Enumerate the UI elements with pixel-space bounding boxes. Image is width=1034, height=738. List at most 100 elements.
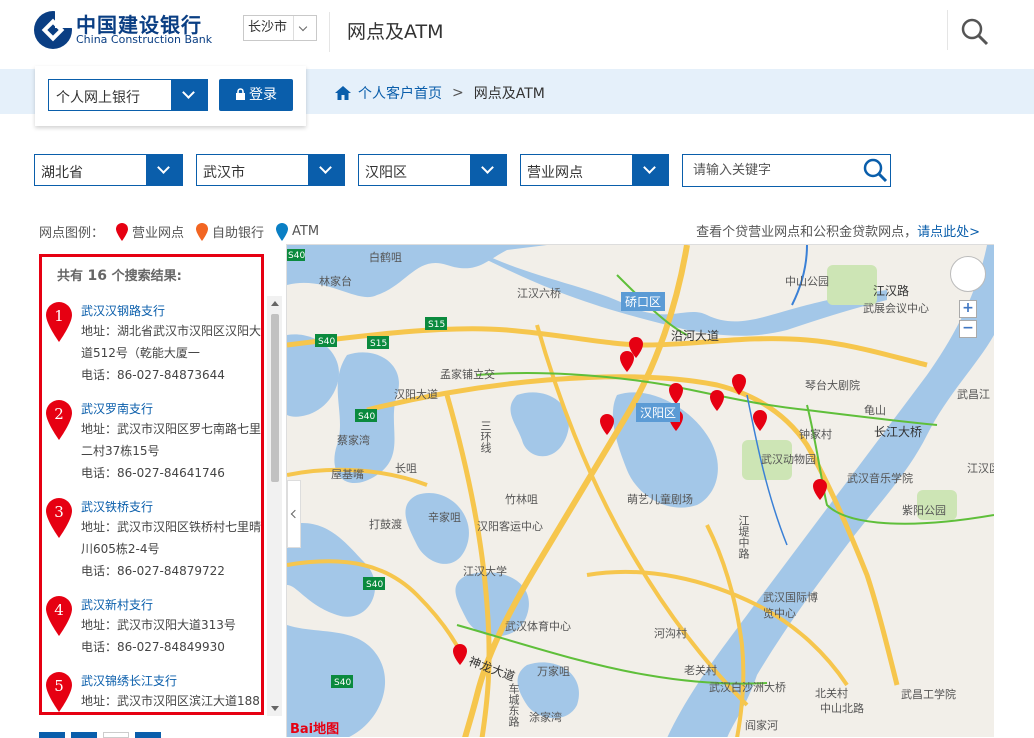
pager-button[interactable] (71, 732, 97, 738)
svg-text:S40: S40 (334, 678, 351, 688)
results-pager (39, 732, 161, 738)
city-select-value: 长沙市 (248, 20, 288, 35)
branch-type-select[interactable]: 营业网点 (520, 154, 669, 186)
map-label: 武汉白沙洲大桥 (709, 681, 786, 694)
home-icon (335, 86, 351, 100)
scroll-down-arrow-icon[interactable] (271, 706, 279, 711)
city-filter-value: 武汉市 (203, 165, 245, 181)
results-count-prefix: 共有 (57, 269, 84, 284)
map-label: 屋基嘴 (331, 468, 364, 481)
map-label: 汉阳大道 (394, 388, 438, 401)
branch-phone: 电话：86-027-84641746 (81, 466, 225, 480)
red-pin-icon: 4 (46, 596, 72, 636)
legend-label: 网点图例： (39, 226, 105, 241)
branch-address: 地址：武汉市汉阳区罗七南路七里 (81, 422, 262, 436)
svg-text:S40: S40 (366, 580, 383, 590)
results-count-number: 16 (87, 268, 108, 284)
header-divider (329, 12, 330, 52)
login-box: 个人网上银行 登录 (35, 66, 306, 126)
breadcrumb: 个人客户首页 > 网点及ATM (334, 83, 545, 103)
pager-button[interactable] (135, 732, 161, 738)
branch-address-cont: 川605栋2-4号 (81, 542, 160, 556)
svg-text:S15: S15 (370, 339, 387, 349)
branch-phone: 电话：86-027-84849930 (81, 640, 225, 654)
branch-name-link[interactable]: 武汉新村支行 (81, 596, 153, 613)
red-pin-icon (116, 222, 129, 241)
map-label: 武展会议中心 (863, 302, 929, 315)
loan-branch-note-text: 查看个贷营业网点和公积金贷款网点， (696, 225, 918, 240)
chevron-down-icon (146, 155, 182, 185)
pager-button[interactable] (103, 732, 129, 738)
branch-name-link[interactable]: 武汉罗南支行 (81, 400, 153, 417)
scrollbar-thumb[interactable] (271, 314, 279, 482)
chevron-down-icon (308, 155, 344, 185)
branch-address: 地址：武汉市汉阳区铁桥村七里晴 (81, 520, 262, 534)
map-label: 长江大桥 (874, 425, 923, 439)
map-label: 琴台大剧院 (805, 379, 860, 392)
zoom-in-button[interactable]: + (959, 300, 977, 318)
district-select[interactable]: 汉阳区 (358, 154, 507, 186)
chevron-down-icon (632, 155, 668, 185)
city-select[interactable]: 长沙市 (243, 15, 317, 41)
map-label: 三环线 (479, 420, 492, 453)
pager-button[interactable] (39, 732, 65, 738)
bank-type-select[interactable]: 个人网上银行 (48, 79, 208, 111)
keyword-input[interactable] (683, 155, 863, 186)
map-label: 白鹤咀 (369, 251, 402, 264)
branch-address-cont: 二村37栋15号 (81, 444, 160, 458)
branch-address: 地址：湖北省武汉市汉阳区汉阳大 (81, 324, 262, 338)
lock-icon (236, 88, 245, 100)
red-pin-icon: 5 (46, 672, 72, 712)
page-title: 网点及ATM (347, 21, 444, 43)
red-pin-icon: 1 (46, 302, 72, 342)
map-view[interactable]: S40 S15 S15 S40 S40 S40 S40 硚口区 汉阳区 白鹤咀 … (287, 244, 994, 737)
login-button-label: 登录 (249, 87, 277, 103)
branch-address: 地址：武汉市汉阳区滨江大道188 (81, 694, 260, 708)
branch-phone: 电话：86-027-84879722 (81, 564, 225, 578)
legend-item-self-service: 自助银行 (196, 222, 264, 241)
results-count-suffix: 个搜索结果: (111, 269, 182, 284)
marker-number: 5 (54, 677, 64, 695)
loan-branch-link[interactable]: 请点此处> (917, 225, 980, 240)
marker-number: 3 (54, 503, 64, 521)
svg-text:S15: S15 (428, 320, 445, 330)
branch-name-link[interactable]: 武汉锦绣长江支行 (81, 672, 177, 689)
map-label: 紫阳公园 (902, 504, 946, 517)
results-scrollbar[interactable] (267, 296, 282, 716)
svg-text:S40: S40 (318, 337, 335, 347)
map-label: 孟家铺立交 (440, 368, 495, 381)
page-header: 中国建设银行 China Construction Bank 长沙市 网点及AT… (0, 0, 1034, 69)
search-icon[interactable] (960, 17, 990, 47)
province-select[interactable]: 湖北省 (34, 154, 183, 186)
map-label: 河沟村 (654, 627, 687, 640)
map-label: 江汉大学 (463, 565, 507, 578)
svg-text:S40: S40 (358, 412, 375, 422)
bank-type-value: 个人网上银行 (56, 90, 140, 106)
scroll-up-arrow-icon[interactable] (271, 301, 279, 306)
district-tag: 硚口区 (621, 292, 666, 311)
breadcrumb-home-label: 个人客户首页 (358, 86, 442, 102)
legend-item-label: 营业网点 (132, 226, 185, 241)
city-filter-select[interactable]: 武汉市 (196, 154, 345, 186)
red-pin-icon: 2 (46, 400, 72, 440)
marker-number: 2 (54, 405, 64, 423)
header-divider (947, 10, 948, 50)
map-label: 江汉路 (873, 284, 910, 298)
search-icon[interactable] (862, 157, 888, 183)
map-label: 江堤中路 (737, 515, 750, 559)
breadcrumb-home-link[interactable]: 个人客户首页 (334, 83, 442, 103)
map-pan-control-icon[interactable] (950, 256, 986, 292)
branch-name-link[interactable]: 武汉铁桥支行 (81, 498, 153, 515)
marker-number: 4 (54, 601, 64, 619)
ccb-logo-icon[interactable] (33, 10, 73, 50)
collapse-panel-button[interactable] (287, 480, 301, 548)
branch-name-link[interactable]: 武汉汉钢路支行 (81, 302, 165, 319)
map-label: 汉阳客运中心 (477, 520, 543, 533)
zoom-out-button[interactable]: − (959, 320, 977, 338)
results-list: 共有 16 个搜索结果: 1 武汉汉钢路支行 地址：湖北省武汉市汉阳区汉阳大 道… (39, 254, 264, 715)
map-label: 万家咀 (537, 665, 570, 678)
province-value: 湖北省 (41, 165, 83, 181)
map-label: 沿河大道 (671, 329, 720, 343)
login-button[interactable]: 登录 (219, 79, 293, 111)
branch-phone: 电话：86-027-84873644 (81, 368, 225, 382)
